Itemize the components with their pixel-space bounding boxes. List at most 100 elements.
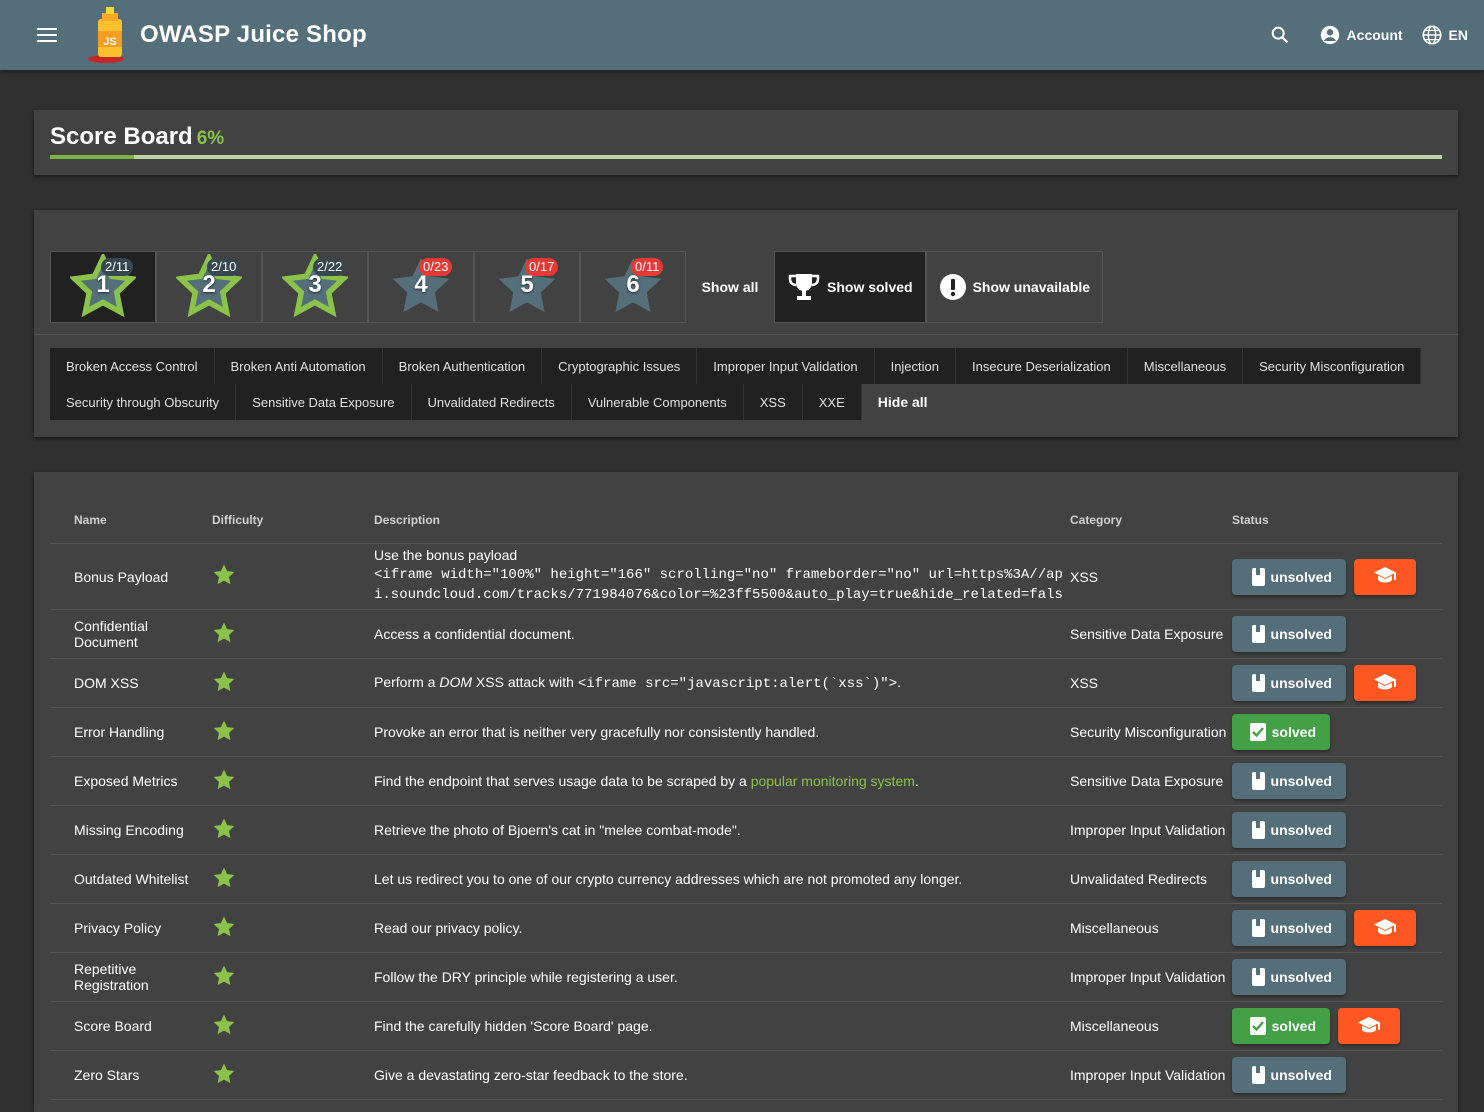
- challenge-status: solved: [1232, 714, 1442, 750]
- header-name[interactable]: Name: [50, 513, 212, 527]
- bookmark-icon: [1252, 674, 1265, 692]
- table-body: Bonus Payload Use the bonus payload <ifra…: [50, 544, 1442, 1100]
- category-filter-broken-access-control[interactable]: Broken Access Control: [50, 348, 215, 384]
- challenge-difficulty: [212, 1062, 374, 1089]
- unsolved-button[interactable]: unsolved: [1232, 861, 1346, 897]
- solved-button[interactable]: solved: [1232, 714, 1330, 750]
- hint-button[interactable]: [1354, 558, 1416, 595]
- category-filter-unvalidated-redirects[interactable]: Unvalidated Redirects: [411, 384, 572, 420]
- category-filter-improper-input-validation[interactable]: Improper Input Validation: [697, 348, 875, 384]
- difficulty-star-icon: [213, 671, 235, 691]
- hint-button[interactable]: [1338, 1008, 1400, 1044]
- bookmark-icon: [1252, 968, 1265, 986]
- category-filter-cryptographic-issues[interactable]: Cryptographic Issues: [542, 348, 698, 384]
- difficulty-button-6[interactable]: 6 0/11: [580, 251, 686, 323]
- challenge-category: Security Misconfiguration: [1070, 724, 1227, 740]
- description-text: XSS attack with: [472, 674, 578, 690]
- category-filter-miscellaneous[interactable]: Miscellaneous: [1127, 348, 1244, 384]
- difficulty-button-3[interactable]: 3 2/22: [262, 251, 368, 323]
- header-description: Description: [374, 512, 441, 527]
- show-solved-toggle[interactable]: Show solved: [774, 251, 926, 323]
- challenge-difficulty: [212, 719, 374, 746]
- hide-all-button[interactable]: Hide all: [862, 384, 944, 420]
- score-progress-bar: [50, 155, 1442, 159]
- table-row: Exposed Metrics Find the endpoint that se…: [50, 757, 1442, 806]
- unsolved-button[interactable]: unsolved: [1232, 665, 1346, 701]
- page-title-text: Score Board: [50, 123, 193, 150]
- challenge-description: Perform a DOM XSS attack with <iframe sr…: [374, 674, 1070, 692]
- show-all-button[interactable]: Show all: [686, 251, 774, 323]
- challenge-description: Let us redirect you to one of our crypto…: [374, 871, 963, 887]
- challenge-description: Provoke an error that is neither very gr…: [374, 724, 820, 740]
- account-button[interactable]: Account: [1319, 24, 1403, 46]
- challenge-category: Miscellaneous: [1070, 1018, 1159, 1034]
- challenge-category: Unvalidated Redirects: [1070, 871, 1207, 887]
- challenge-category: XSS: [1070, 568, 1099, 585]
- solved-button[interactable]: solved: [1232, 1008, 1330, 1044]
- challenge-status: unsolved: [1232, 616, 1442, 652]
- challenge-difficulty: [212, 866, 374, 893]
- unsolved-button[interactable]: unsolved: [1232, 1057, 1346, 1093]
- juice-shop-logo[interactable]: JS: [84, 5, 134, 65]
- category-filter-xxe[interactable]: XXE: [802, 384, 862, 420]
- unsolved-button[interactable]: unsolved: [1232, 763, 1346, 799]
- header-category[interactable]: Category: [1070, 513, 1232, 527]
- difficulty-button-5[interactable]: 5 0/17: [474, 251, 580, 323]
- status-label: solved: [1271, 1018, 1316, 1034]
- challenge-status: solved: [1232, 1008, 1442, 1044]
- category-filter-sensitive-data-exposure[interactable]: Sensitive Data Exposure: [236, 384, 412, 420]
- bookmark-icon: [1252, 870, 1265, 888]
- header-status[interactable]: Status: [1232, 513, 1442, 527]
- difficulty-star-icon: [213, 1014, 235, 1034]
- category-filter-broken-anti-automation[interactable]: Broken Anti Automation: [214, 348, 383, 384]
- app-title[interactable]: OWASP Juice Shop: [140, 21, 367, 49]
- difficulty-button-2[interactable]: 2 2/10: [156, 251, 262, 323]
- menu-icon[interactable]: [32, 20, 62, 50]
- category-filter-security-through-obscurity[interactable]: Security through Obscurity: [50, 384, 237, 420]
- hint-button[interactable]: [1354, 910, 1416, 946]
- show-solved-label: Show solved: [827, 279, 913, 295]
- challenge-difficulty: [212, 964, 374, 991]
- unsolved-button[interactable]: unsolved: [1232, 558, 1346, 595]
- challenge-name: Error Handling: [74, 724, 165, 740]
- challenge-description: Follow the DRY principle while registeri…: [374, 969, 678, 985]
- category-filter-security-misconfiguration[interactable]: Security Misconfiguration: [1243, 348, 1422, 384]
- unsolved-button[interactable]: unsolved: [1232, 616, 1346, 652]
- table-header: Name Difficulty Description Category Sta…: [50, 496, 1442, 544]
- status-label: unsolved: [1270, 920, 1332, 936]
- category-filter-injection[interactable]: Injection: [874, 348, 956, 384]
- category-filter-broken-authentication[interactable]: Broken Authentication: [382, 348, 543, 384]
- challenge-description: Find the carefully hidden 'Score Board' …: [374, 1018, 653, 1034]
- difficulty-number: 4: [414, 271, 428, 298]
- language-button[interactable]: EN: [1421, 24, 1468, 46]
- category-filter-xss[interactable]: XSS: [743, 384, 803, 420]
- difficulty-button-1[interactable]: 1 2/11: [50, 251, 156, 323]
- difficulty-button-4[interactable]: 4 0/23: [368, 251, 474, 323]
- difficulty-number: 1: [96, 271, 110, 298]
- challenge-status: unsolved: [1232, 910, 1442, 946]
- category-filter-insecure-deserialization[interactable]: Insecure Deserialization: [956, 348, 1128, 384]
- description-emphasis: DOM: [439, 674, 473, 690]
- filter-divider: [34, 334, 1458, 335]
- status-label: unsolved: [1270, 969, 1332, 985]
- unsolved-button[interactable]: unsolved: [1232, 959, 1346, 995]
- difficulty-count-badge: 2/10: [207, 258, 241, 276]
- bookmark-icon: [1252, 821, 1265, 839]
- score-board-header: Score Board 6%: [34, 110, 1458, 175]
- hint-button[interactable]: [1354, 665, 1416, 701]
- challenge-description: Access a confidential document.: [374, 626, 575, 642]
- challenge-description: Find the endpoint that serves usage data…: [374, 773, 1070, 789]
- unsolved-button[interactable]: unsolved: [1232, 812, 1346, 848]
- challenge-category: Miscellaneous: [1070, 920, 1159, 936]
- header-difficulty[interactable]: Difficulty: [212, 513, 374, 527]
- monitoring-system-link[interactable]: popular monitoring system: [751, 773, 915, 789]
- difficulty-star-icon: [213, 622, 235, 642]
- show-unavailable-toggle[interactable]: Show unavailable: [925, 251, 1104, 323]
- unsolved-button[interactable]: unsolved: [1232, 910, 1346, 946]
- status-label: unsolved: [1270, 626, 1332, 642]
- description-text: Find the endpoint that serves usage data…: [374, 773, 751, 789]
- challenge-name: Privacy Policy: [74, 920, 162, 936]
- search-button[interactable]: [1269, 24, 1291, 46]
- category-filter-vulnerable-components[interactable]: Vulnerable Components: [571, 384, 744, 420]
- difficulty-buttons: 1 2/11 2 2/10 3 2/22 4 0/23 5 0/17 6 0/11: [50, 251, 686, 323]
